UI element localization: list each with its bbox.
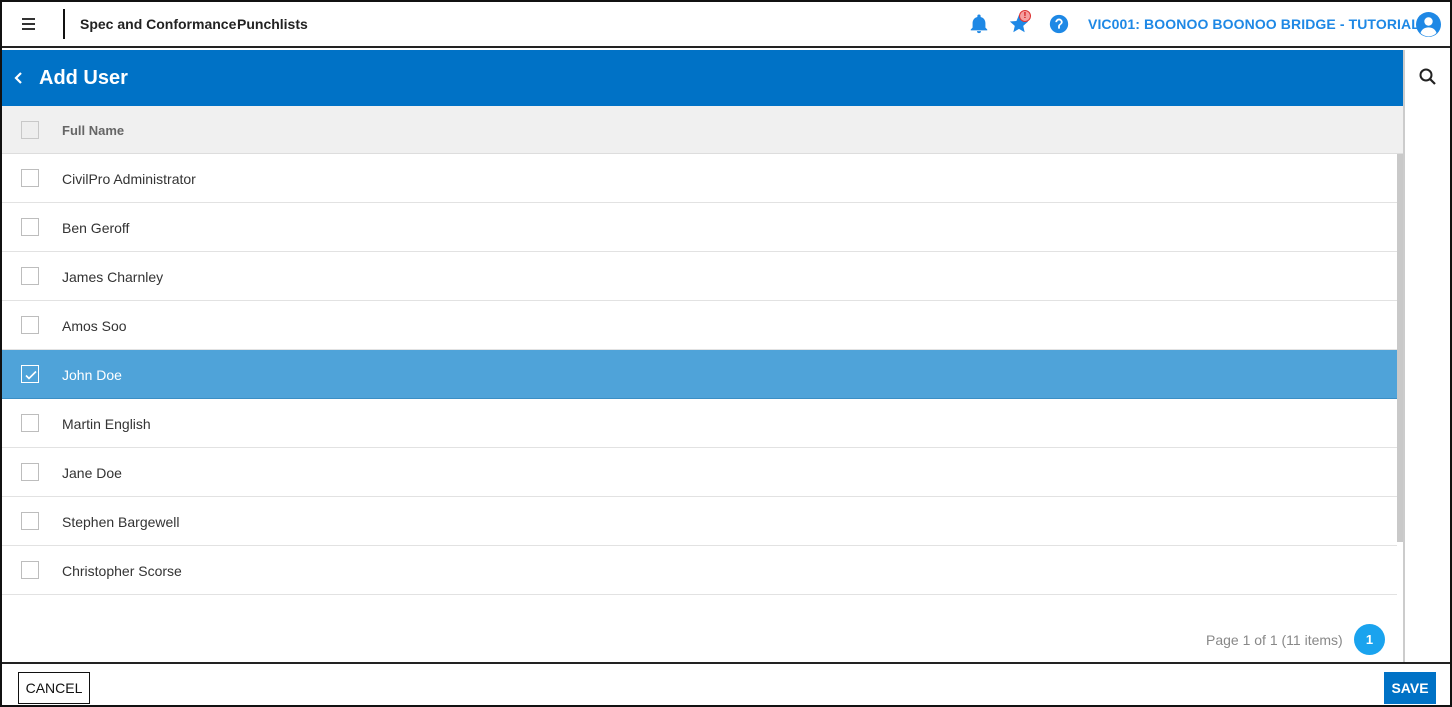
- table-row[interactable]: Stephen Bargewell: [2, 497, 1397, 546]
- page-header: Add User: [2, 50, 1403, 106]
- table-row[interactable]: Martin English: [2, 399, 1397, 448]
- user-list: CivilPro Administrator Ben Geroff James Ch…: [2, 154, 1397, 614]
- row-checkbox[interactable]: [21, 414, 39, 432]
- select-all-checkbox[interactable]: [21, 121, 39, 139]
- row-checkbox[interactable]: [21, 267, 39, 285]
- page-title: Add User: [39, 67, 128, 89]
- row-full-name: CivilPro Administrator: [62, 171, 196, 187]
- app-section-link[interactable]: Punchlists: [237, 16, 308, 32]
- back-chevron-icon[interactable]: [8, 67, 30, 89]
- footer: CANCEL SAVE: [2, 662, 1450, 705]
- help-icon[interactable]: [1048, 13, 1070, 35]
- app-title: Spec and Conformance: [80, 16, 237, 32]
- row-checkbox[interactable]: [21, 365, 39, 383]
- row-checkbox[interactable]: [21, 218, 39, 236]
- page-number-button[interactable]: 1: [1354, 624, 1385, 655]
- column-header-full-name[interactable]: Full Name: [62, 123, 124, 138]
- favorites-badge: !: [1019, 10, 1031, 22]
- table-row[interactable]: Jane Doe: [2, 448, 1397, 497]
- row-full-name: James Charnley: [62, 269, 164, 285]
- pager-summary: Page 1 of 1 (11 items): [1206, 632, 1343, 648]
- table-row[interactable]: Amos Soo: [2, 301, 1397, 350]
- row-full-name: Christopher Scorse: [62, 563, 182, 579]
- divider: [63, 9, 65, 39]
- table-header: Full Name: [2, 106, 1403, 154]
- row-full-name: John Doe: [62, 367, 122, 383]
- hamburger-menu-icon[interactable]: [16, 12, 42, 36]
- row-checkbox[interactable]: [21, 463, 39, 481]
- scrollbar[interactable]: [1397, 154, 1403, 542]
- table-row[interactable]: Christopher Scorse: [2, 546, 1397, 595]
- search-icon[interactable]: [1417, 66, 1439, 88]
- user-avatar-icon[interactable]: [1416, 12, 1441, 37]
- app-window: Spec and Conformance Punchlists ! VIC001…: [0, 0, 1452, 707]
- right-rail: [1403, 50, 1450, 662]
- table-row[interactable]: CivilPro Administrator: [2, 154, 1397, 203]
- project-selector[interactable]: VIC001: BOONOO BOONOO BRIDGE - TUTORIAL: [1088, 16, 1420, 32]
- top-bar: Spec and Conformance Punchlists ! VIC001…: [2, 2, 1450, 48]
- checkmark-icon: [25, 370, 37, 380]
- table-row[interactable]: Ben Geroff: [2, 203, 1397, 252]
- table-row[interactable]: James Charnley: [2, 252, 1397, 301]
- notifications-bell-icon[interactable]: [968, 13, 990, 35]
- row-full-name: Ben Geroff: [62, 220, 130, 236]
- save-button[interactable]: SAVE: [1384, 672, 1436, 704]
- cancel-button[interactable]: CANCEL: [18, 672, 90, 704]
- row-checkbox[interactable]: [21, 169, 39, 187]
- row-full-name: Stephen Bargewell: [62, 514, 180, 530]
- row-full-name: Jane Doe: [62, 465, 122, 481]
- row-checkbox[interactable]: [21, 512, 39, 530]
- row-full-name: Martin English: [62, 416, 151, 432]
- row-checkbox[interactable]: [21, 561, 39, 579]
- table-row[interactable]: John Doe: [2, 350, 1397, 399]
- row-full-name: Amos Soo: [62, 318, 127, 334]
- row-checkbox[interactable]: [21, 316, 39, 334]
